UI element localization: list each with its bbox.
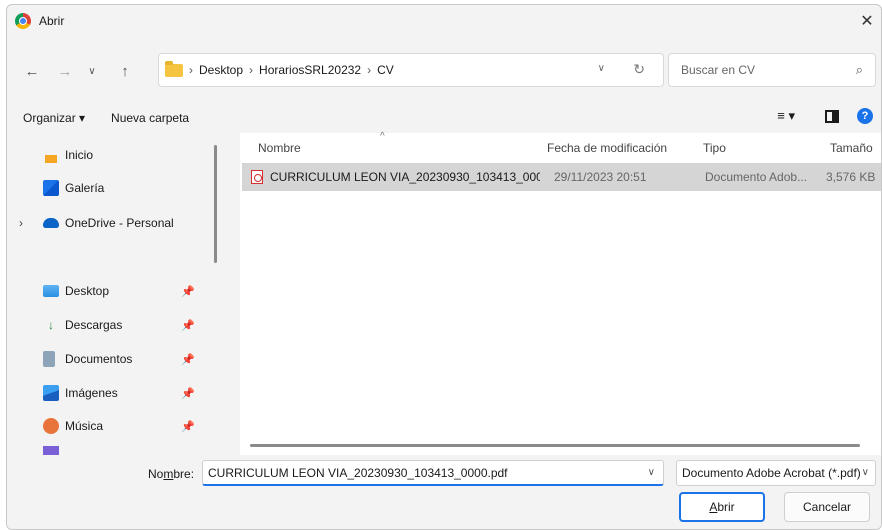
- breadcrumb: › Desktop › HorariosSRL20232 › CV: [189, 63, 394, 77]
- chevron-down-icon[interactable]: ∨: [648, 467, 655, 478]
- address-bar[interactable]: › Desktop › HorariosSRL20232 › CV ∨ ↻: [158, 53, 664, 87]
- column-header-name[interactable]: Nombre: [258, 133, 301, 163]
- help-icon[interactable]: ?: [857, 108, 873, 124]
- sidebar-item-desktop[interactable]: Desktop 📌: [7, 276, 207, 306]
- open-file-dialog: Abrir ✕ ← → ∨ ↑ › Desktop › HorariosSRL2…: [6, 4, 882, 530]
- breadcrumb-horarios[interactable]: HorariosSRL20232: [259, 63, 361, 77]
- command-bar: Organizar ▾ Nueva carpeta ≡ ▾ ?: [7, 103, 881, 133]
- download-icon: ↓: [48, 318, 54, 332]
- search-icon[interactable]: ⌕: [856, 62, 863, 78]
- horizontal-scrollbar[interactable]: [250, 444, 860, 447]
- address-row: ← → ∨ ↑ › Desktop › HorariosSRL20232 › C…: [7, 45, 881, 95]
- sidebar-item-partial: [43, 446, 59, 455]
- dialog-footer: Nombre: CURRICULUM LEON VIA_20230930_103…: [7, 455, 881, 529]
- sidebar-item-galeria[interactable]: Galería: [7, 173, 207, 203]
- new-folder-button[interactable]: Nueva carpeta: [111, 111, 189, 125]
- file-type: Documento Adob...: [705, 170, 808, 184]
- recent-locations-button[interactable]: ∨: [81, 60, 103, 82]
- home-icon: [43, 147, 59, 163]
- pin-icon[interactable]: 📌: [181, 285, 195, 298]
- search-input[interactable]: Buscar en CV: [681, 63, 755, 77]
- sidebar-item-label: Desktop: [65, 284, 110, 298]
- preview-pane-icon[interactable]: [825, 109, 839, 123]
- refresh-icon[interactable]: ↻: [633, 61, 645, 78]
- breadcrumb-desktop[interactable]: Desktop: [199, 63, 243, 77]
- pictures-icon: [43, 385, 59, 401]
- dialog-title: Abrir: [39, 14, 65, 28]
- title-bar: Abrir ✕: [7, 5, 881, 37]
- pin-icon[interactable]: 📌: [181, 387, 195, 400]
- file-date: 29/11/2023 20:51: [554, 170, 647, 184]
- folder-icon: [165, 60, 183, 77]
- cancel-button[interactable]: Cancelar: [784, 492, 870, 522]
- sidebar-item-label: Descargas: [65, 318, 123, 332]
- back-button[interactable]: ←: [21, 60, 43, 82]
- gallery-icon: [43, 180, 59, 196]
- forward-button[interactable]: →: [54, 60, 76, 82]
- sidebar-item-musica[interactable]: Música 📌: [7, 411, 207, 441]
- expand-chevron-icon[interactable]: ›: [19, 216, 23, 230]
- sidebar-item-descargas[interactable]: ↓ Descargas 📌: [7, 310, 207, 340]
- sidebar-item-label: Imágenes: [65, 386, 118, 400]
- sidebar-item-label: OneDrive - Personal: [65, 216, 174, 230]
- pdf-file-icon: [251, 170, 263, 184]
- sidebar-item-label: Música: [65, 419, 104, 433]
- breadcrumb-cv[interactable]: CV: [377, 63, 394, 77]
- sort-ascending-icon: ^: [380, 131, 385, 142]
- filetype-select[interactable]: Documento Adobe Acrobat (*.pdf) ∨: [676, 460, 876, 486]
- file-list: Nombre ^ Fecha de modificación Tipo Tama…: [240, 131, 881, 455]
- organize-button[interactable]: Organizar ▾: [23, 111, 85, 125]
- column-header-size[interactable]: Tamaño: [830, 133, 873, 163]
- up-button[interactable]: ↑: [114, 60, 136, 82]
- sidebar-item-documentos[interactable]: Documentos 📌: [7, 344, 207, 374]
- column-header-type[interactable]: Tipo: [703, 133, 726, 163]
- pin-icon[interactable]: 📌: [181, 353, 195, 366]
- chevron-down-icon[interactable]: ∨: [861, 467, 869, 478]
- pin-icon[interactable]: 📌: [181, 420, 195, 433]
- music-icon: [43, 418, 59, 434]
- view-options-button[interactable]: ≡ ▾: [777, 108, 795, 124]
- address-dropdown-icon[interactable]: ∨: [598, 63, 605, 74]
- sidebar-item-label: Inicio: [65, 148, 94, 162]
- table-row[interactable]: CURRICULUM LEON VIA_20230930_103413_000.…: [242, 163, 881, 191]
- filename-label: Nombre:: [148, 467, 195, 481]
- documents-icon: [43, 351, 55, 367]
- filename-field[interactable]: CURRICULUM LEON VIA_20230930_103413_0000…: [202, 460, 664, 486]
- sidebar-scrollbar[interactable]: [214, 145, 217, 263]
- file-size: 3,576 KB: [826, 170, 876, 184]
- file-name: CURRICULUM LEON VIA_20230930_103413_000.…: [270, 170, 540, 184]
- sidebar-item-inicio[interactable]: Inicio: [7, 140, 207, 170]
- column-header-date[interactable]: Fecha de modificación: [547, 133, 667, 163]
- pin-icon[interactable]: 📌: [181, 319, 195, 332]
- desktop-icon: [43, 285, 59, 297]
- search-box[interactable]: Buscar en CV ⌕: [668, 53, 876, 87]
- onedrive-icon: [43, 218, 59, 228]
- chrome-icon: [15, 13, 31, 29]
- sidebar-item-label: Galería: [65, 181, 105, 195]
- navigation-pane: Inicio Galería › OneDrive - Personal Des…: [7, 133, 217, 455]
- sidebar-item-imagenes[interactable]: Imágenes 📌: [7, 378, 207, 408]
- sidebar-item-label: Documentos: [65, 352, 133, 366]
- open-button[interactable]: Abrir: [679, 492, 765, 522]
- sidebar-item-onedrive[interactable]: › OneDrive - Personal: [7, 208, 207, 238]
- close-button[interactable]: ✕: [853, 5, 881, 37]
